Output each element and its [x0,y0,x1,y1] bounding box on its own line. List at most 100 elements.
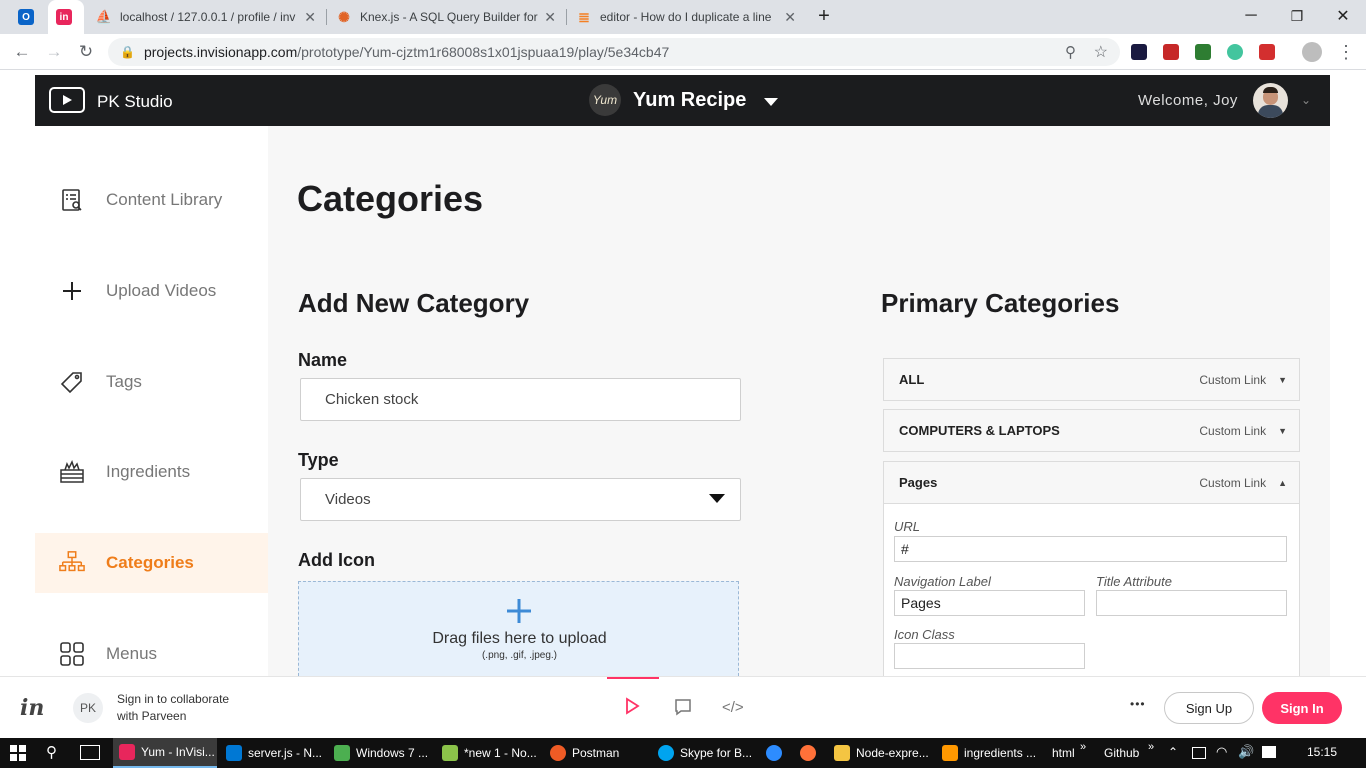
invision-bar: in PK Sign in to collaborate with Parvee… [0,676,1366,738]
toolbar-html[interactable]: html [1052,746,1075,760]
sidebar-item-upload-videos[interactable]: Upload Videos [35,261,268,321]
chevron-down-icon[interactable]: ⌄ [1301,93,1311,107]
url-input[interactable]: # [894,536,1287,562]
inspect-code-icon[interactable]: </> [722,699,744,716]
tab-outlook[interactable]: O [10,0,46,34]
nav-label-value: Pages [901,595,941,611]
sidebar-item-ingredients[interactable]: Ingredients [35,442,268,502]
search-icon[interactable]: ⚲ [46,743,57,761]
windows-taskbar: ⚲ Yum - InVisi... server.js - N... Windo… [0,738,1366,768]
toolbar-github[interactable]: Github [1104,746,1139,760]
browser-menu-icon[interactable]: ⋮ [1334,40,1358,64]
taskbar-item-firefox[interactable] [794,738,822,768]
upload-dropzone[interactable]: Drag files here to upload (.png, .gif, .… [298,581,739,676]
category-row[interactable]: ALL Custom Link ▼ [883,358,1300,401]
url-input-value: # [901,541,909,557]
taskbar-item-zoom[interactable] [760,738,788,768]
clock[interactable]: 15:15 [1307,745,1337,759]
url-host: projects.invisionapp.com [143,44,298,60]
back-icon[interactable]: ← [10,40,34,64]
name-label: Name [298,350,348,370]
taskbar-item-notepad[interactable]: *new 1 - No... [436,738,540,768]
tab-stackoverflow[interactable]: ≣ editor - How do I duplicate a line ✕ [568,0,804,34]
profile-avatar-icon[interactable] [1302,42,1322,62]
bookmark-star-icon[interactable]: ☆ [1094,42,1108,62]
studio-name: PK Studio [97,92,173,111]
sign-in-button[interactable]: Sign In [1262,692,1342,724]
grid-icon [59,641,85,667]
caret-up-icon[interactable]: ▲ [1278,478,1287,488]
ingredients-icon [59,459,85,485]
avatar[interactable] [1253,83,1288,118]
restore-icon[interactable]: ❐ [1274,0,1320,32]
extension-icon[interactable] [1259,44,1275,60]
invision-logo-icon[interactable]: in [20,695,44,721]
browser-toolbar: ← → ↻ 🔒 projects.invisionapp.com/prototy… [0,34,1366,70]
close-icon[interactable]: ✕ [784,9,796,26]
tab-knex[interactable]: ✺ Knex.js - A SQL Query Builder for ✕ [328,0,564,34]
category-row[interactable]: COMPUTERS & LAPTOPS Custom Link ▼ [883,409,1300,452]
sidebar-item-menus[interactable]: Menus [35,624,268,684]
upload-text: Drag files here to upload [432,630,607,647]
icon-class-label: Icon Class [894,627,955,642]
address-bar[interactable]: 🔒 projects.invisionapp.com/prototype/Yum… [108,38,1120,66]
name-input[interactable]: Chicken stock [300,378,741,421]
sidebar: Content Library Upload Videos Tags Ingre… [35,126,268,676]
taskbar-item-label: Yum - InVisi... [141,745,215,759]
reload-icon[interactable]: ↻ [74,40,98,64]
taskbar-item-skype[interactable]: Skype for B... [652,738,756,768]
tray-expand-icon[interactable]: ⌃ [1168,745,1178,759]
comment-mode-icon[interactable] [674,698,692,721]
close-icon[interactable]: ✕ [304,9,316,26]
zoom-icon[interactable]: ⚲ [1065,43,1076,61]
icon-class-input[interactable] [894,643,1085,669]
type-select-value: Videos [325,491,371,508]
title-attribute-input[interactable] [1096,590,1287,616]
extension-icon[interactable] [1195,44,1211,60]
chevron-right-icon[interactable]: » [1080,741,1086,753]
extension-icon[interactable] [1163,44,1179,60]
notifications-icon[interactable] [1262,746,1276,758]
sign-up-button[interactable]: Sign Up [1164,692,1254,724]
nav-label-label: Navigation Label [894,574,991,589]
taskbar-item-explorer[interactable]: Node-expre... [828,738,932,768]
tab-phpmyadmin[interactable]: ⛵ localhost / 127.0.0.1 / profile / inv … [88,0,324,34]
sidebar-item-tags[interactable]: Tags [35,352,268,412]
project-name[interactable]: Yum Recipe [633,89,746,112]
chevron-right-icon[interactable]: » [1148,741,1154,753]
invision-icon: in [56,9,72,25]
taskbar-item-ingredients[interactable]: ingredients ... [936,738,1040,768]
volume-icon[interactable]: 🔊 [1238,744,1254,760]
add-icon-label: Add Icon [298,550,375,570]
nav-label-input[interactable]: Pages [894,590,1085,616]
close-icon[interactable]: ✕ [544,9,556,26]
battery-icon[interactable] [1192,747,1206,759]
url-path: /prototype/Yum-cjztm1r68008s1x01jspuaa19… [297,44,670,60]
sidebar-item-content-library[interactable]: Content Library [35,170,268,230]
type-select[interactable]: Videos [300,478,741,521]
windows-start-icon[interactable] [10,745,26,764]
app-header: PK Studio Yum Yum Recipe Welcome, Joy ⌄ [35,75,1330,126]
chevron-down-icon[interactable] [763,94,779,112]
taskbar-item-chrome[interactable]: Yum - InVisi... [113,738,217,768]
caret-down-icon[interactable]: ▼ [1278,375,1287,385]
new-tab-button[interactable]: + [808,0,840,32]
task-view-icon[interactable] [80,745,100,760]
minimize-icon[interactable]: ─ [1228,0,1274,32]
taskbar-item-label: Skype for B... [680,746,753,760]
tab-invision[interactable]: in [48,0,84,34]
taskbar-item-postman[interactable]: Postman [544,738,648,768]
taskbar-item-vm[interactable]: Windows 7 ... [328,738,432,768]
extension-icon[interactable] [1131,44,1147,60]
extension-icon[interactable] [1227,44,1243,60]
taskbar-item-vscode[interactable]: server.js - N... [220,738,324,768]
sidebar-item-categories[interactable]: Categories [35,533,268,593]
more-options-icon[interactable]: ••• [1130,697,1146,711]
wifi-icon[interactable]: ◠ [1216,744,1227,760]
window-close-icon[interactable]: ✕ [1320,0,1366,32]
plus-icon [59,278,85,304]
forward-icon[interactable]: → [42,40,66,64]
category-row-expanded[interactable]: Pages Custom Link ▲ [883,461,1300,504]
preview-mode-icon[interactable] [623,697,641,720]
caret-down-icon[interactable]: ▼ [1278,426,1287,436]
